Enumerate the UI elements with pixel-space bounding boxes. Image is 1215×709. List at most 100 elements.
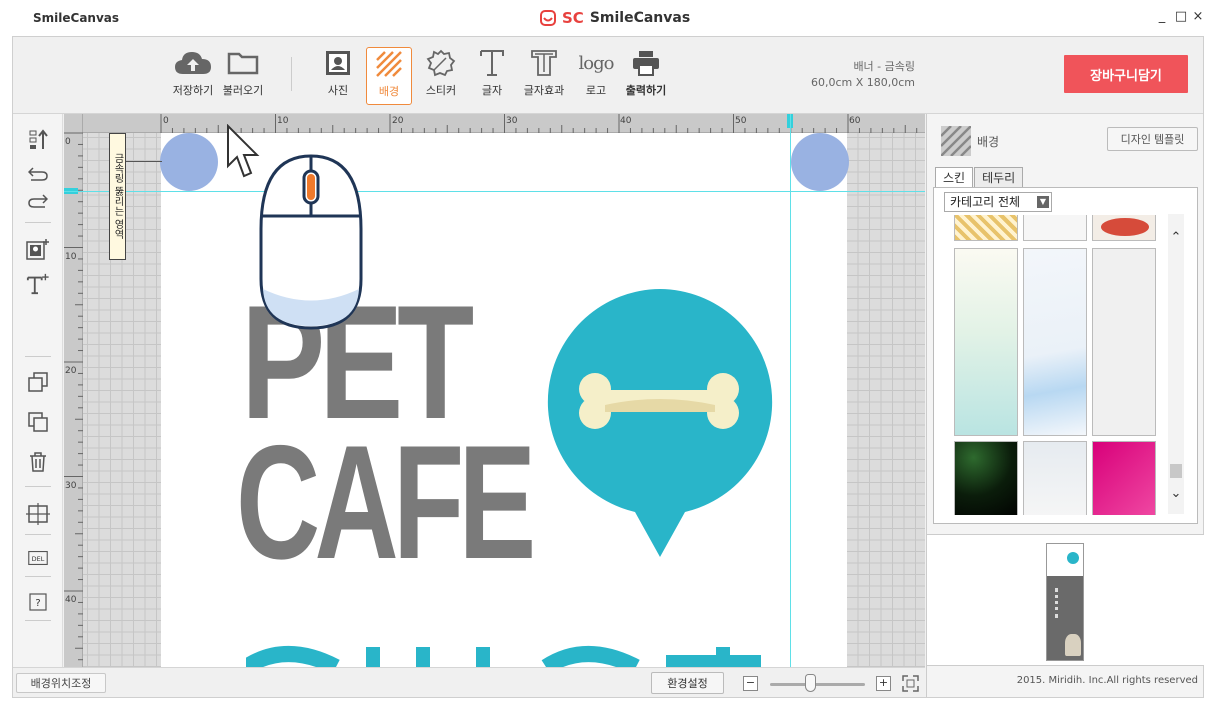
grid-button[interactable] bbox=[26, 502, 50, 526]
settings-button[interactable]: 환경설정 bbox=[651, 672, 724, 694]
skin-thumbnail[interactable] bbox=[1023, 441, 1087, 515]
horizontal-ruler-ticks: 0 10 20 30 40 50 60 bbox=[160, 114, 918, 133]
undo-button[interactable] bbox=[26, 162, 50, 186]
ruler-h-label: 60 bbox=[849, 116, 861, 126]
category-select-value: 카테고리 전체 bbox=[950, 195, 1021, 209]
skin-thumbnail[interactable] bbox=[1092, 248, 1156, 436]
guide-line-vertical[interactable] bbox=[790, 114, 791, 667]
text-effect-tool[interactable]: 글자효과 bbox=[519, 47, 569, 105]
scroll-down-icon[interactable]: ⌄ bbox=[1168, 486, 1184, 502]
brand-logo-text: SC bbox=[562, 9, 584, 27]
background-tool[interactable]: 배경 bbox=[366, 47, 412, 105]
ruler-h-label: 20 bbox=[392, 116, 404, 126]
add-text-button[interactable] bbox=[26, 272, 50, 296]
load-button[interactable]: 불러오기 bbox=[218, 47, 268, 105]
skin-thumbnail[interactable] bbox=[1092, 215, 1156, 241]
bone-speech-bubble[interactable] bbox=[545, 289, 775, 559]
skin-thumbnail[interactable] bbox=[1023, 215, 1087, 241]
load-label: 불러오기 bbox=[222, 84, 264, 97]
ruler-h-label: 40 bbox=[620, 116, 632, 126]
close-button[interactable]: × bbox=[1191, 9, 1205, 24]
cyan-text-fragment[interactable] bbox=[246, 633, 766, 667]
background-pattern-icon bbox=[941, 126, 971, 156]
chevron-down-icon: ▼ bbox=[1037, 196, 1049, 208]
category-select[interactable]: 카테고리 전체 ▼ bbox=[944, 192, 1052, 212]
skin-thumbnail[interactable] bbox=[954, 441, 1018, 515]
text-icon bbox=[480, 50, 504, 76]
design-template-button[interactable]: 디자인 템플릿 bbox=[1107, 127, 1198, 151]
bottom-bar: 배경위치조정 환경설정 − + bbox=[13, 667, 925, 697]
save-button[interactable]: 저장하기 bbox=[168, 47, 218, 105]
help-button[interactable]: ? bbox=[26, 590, 50, 614]
layer-order-button[interactable] bbox=[26, 128, 50, 152]
svg-text:DEL: DEL bbox=[32, 555, 45, 563]
duplicate-icon bbox=[28, 372, 48, 392]
vertical-ruler-ticks: 0 10 20 30 40 bbox=[64, 132, 83, 661]
scroll-up-icon[interactable]: ⌃ bbox=[1168, 230, 1184, 246]
smile-logo-icon bbox=[540, 10, 556, 26]
banner-preview-thumbnail[interactable] bbox=[1046, 543, 1084, 661]
duplicate-button[interactable] bbox=[26, 370, 50, 394]
maximize-button[interactable]: □ bbox=[1174, 9, 1188, 24]
minimize-button[interactable]: _ bbox=[1155, 9, 1169, 24]
left-divider bbox=[25, 356, 51, 357]
background-label: 배경 bbox=[378, 85, 400, 98]
text-effect-icon bbox=[531, 50, 557, 76]
del-box-button[interactable]: DEL bbox=[26, 546, 50, 570]
tab-skin[interactable]: 스킨 bbox=[935, 167, 974, 188]
skin-thumbnail[interactable] bbox=[1092, 441, 1156, 515]
delete-button[interactable] bbox=[26, 450, 50, 474]
ring-hole-left bbox=[160, 133, 218, 191]
brand-name: SmileCanvas bbox=[589, 10, 691, 26]
ruler-v-label: 10 bbox=[65, 252, 77, 262]
product-size: 60,0cm X 180,0cm bbox=[810, 76, 915, 89]
canvas-workspace[interactable]: 0 10 20 30 40 50 60 0 10 20 30 40 PET CA… bbox=[64, 114, 925, 667]
text-tool[interactable]: 글자 bbox=[467, 47, 517, 105]
svg-text:?: ? bbox=[35, 598, 40, 609]
toolbar-divider bbox=[291, 57, 292, 91]
printer-icon bbox=[633, 51, 659, 76]
preview-area bbox=[927, 534, 1204, 666]
save-label: 저장하기 bbox=[172, 84, 214, 97]
headline-cafe[interactable]: CAFE bbox=[236, 422, 536, 584]
zoom-in-button[interactable]: + bbox=[876, 676, 891, 691]
folder-icon bbox=[227, 52, 259, 75]
background-position-button[interactable]: 배경위치조정 bbox=[16, 673, 106, 693]
add-to-cart-button[interactable]: 장바구니담기 bbox=[1064, 55, 1188, 93]
scrollbar-thumb[interactable] bbox=[1170, 464, 1182, 478]
title-bar: SmileCanvas SC SmileCanvas _ □ × bbox=[0, 0, 1215, 38]
skin-thumbnail[interactable] bbox=[954, 215, 1018, 241]
product-name: 배너 - 금속링 bbox=[853, 60, 915, 73]
ruler-v-label: 40 bbox=[65, 595, 77, 605]
logo-tool[interactable]: logo 로고 bbox=[571, 47, 621, 105]
left-divider bbox=[25, 620, 51, 621]
redo-button[interactable] bbox=[26, 189, 50, 213]
ruler-v-label: 30 bbox=[65, 481, 77, 491]
fit-screen-icon[interactable] bbox=[902, 675, 919, 692]
sticker-tool[interactable]: 스티커 bbox=[416, 47, 466, 105]
undo-icon bbox=[28, 167, 48, 181]
photo-tool[interactable]: 사진 bbox=[313, 47, 363, 105]
trash-icon bbox=[30, 452, 46, 472]
copyright-text: 2015. Miridih. Inc.All rights reserved bbox=[1016, 675, 1198, 686]
skin-list: 카테고리 전체 ▼ ⌃ ⌄ bbox=[933, 187, 1198, 524]
text-effect-label: 글자효과 bbox=[523, 84, 565, 97]
skin-thumbnail[interactable] bbox=[954, 248, 1018, 436]
skin-list-scrollbar[interactable]: ⌃ ⌄ bbox=[1168, 214, 1184, 514]
guide-line-horizontal[interactable] bbox=[64, 191, 925, 192]
add-photo-button[interactable] bbox=[26, 237, 50, 261]
panel-header: 배경 bbox=[941, 126, 999, 156]
photo-label: 사진 bbox=[327, 84, 349, 97]
ruler-h-label: 30 bbox=[506, 116, 518, 126]
skin-thumbnail[interactable] bbox=[1023, 248, 1087, 436]
group-button[interactable] bbox=[26, 410, 50, 434]
zoom-slider-track[interactable] bbox=[770, 683, 865, 686]
zoom-out-button[interactable]: − bbox=[743, 676, 758, 691]
skin-thumbnails bbox=[954, 215, 1159, 515]
panel-tabs: 스킨 테두리 bbox=[935, 167, 1024, 188]
logo-label: 로고 bbox=[585, 84, 607, 97]
tab-border[interactable]: 테두리 bbox=[974, 167, 1024, 188]
zoom-slider-handle[interactable] bbox=[805, 674, 816, 692]
print-tool[interactable]: 출력하기 bbox=[621, 47, 671, 105]
cursor-pointer-icon bbox=[227, 124, 260, 178]
